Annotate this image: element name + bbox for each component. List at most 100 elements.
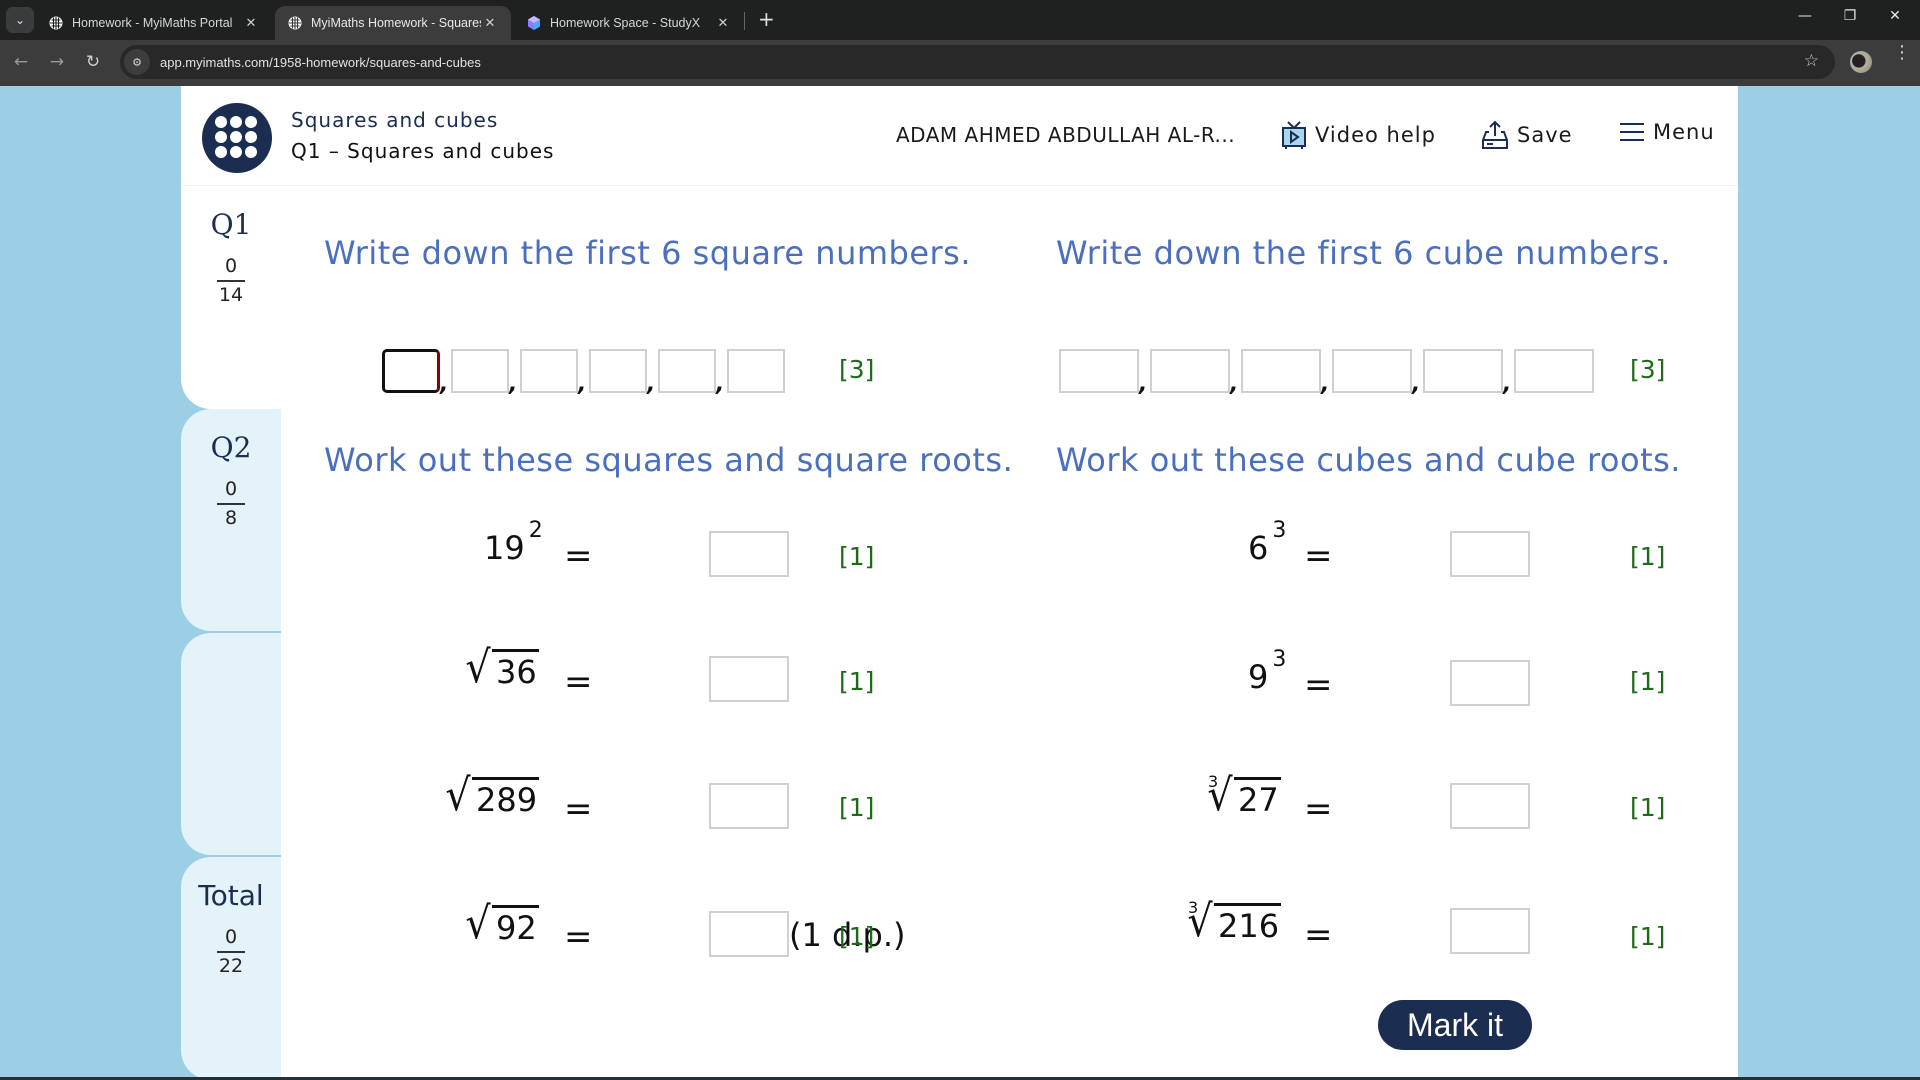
tab-title: Homework Space - StudyX — [550, 16, 701, 30]
square-number-input-4[interactable] — [589, 349, 647, 393]
cube-number-input-4[interactable] — [1332, 349, 1412, 393]
browser-tab-2-active[interactable]: MyiMaths Homework - Squares and cubes ✕ — [275, 6, 511, 40]
expr-sqrt-289: √ 289 — [444, 774, 540, 818]
restore-icon[interactable]: ❐ — [1835, 8, 1865, 24]
answer-sqrt-92[interactable] — [709, 911, 789, 957]
save-label: Save — [1517, 123, 1573, 147]
exponent: 2 — [528, 517, 543, 543]
comma: , — [509, 372, 518, 397]
studyx-gem-icon — [526, 15, 542, 31]
tv-play-icon — [1282, 121, 1306, 149]
video-help-button[interactable]: Video help — [1281, 120, 1436, 150]
square-number-input-6[interactable] — [727, 349, 785, 393]
profile-avatar[interactable] — [1850, 51, 1872, 73]
equals-sign: = — [1304, 665, 1333, 705]
hamburger-menu-icon — [1620, 123, 1644, 141]
homework-page: Squares and cubes Q1 – Squares and cubes… — [181, 86, 1738, 1080]
browser-menu-icon[interactable]: ⋮ — [1893, 44, 1911, 62]
total-max: 22 — [218, 955, 244, 977]
question-area: Write down the first 6 square numbers. W… — [281, 186, 1738, 1080]
q1b-marks: [3] — [1630, 355, 1666, 384]
square-number-input-5[interactable] — [658, 349, 716, 393]
expr-sqrt-92: √ 92 — [464, 902, 539, 946]
address-bar[interactable]: ⚙ app.myimaths.com/1958-homework/squares… — [120, 45, 1835, 79]
answer-cbrt-27[interactable] — [1450, 783, 1530, 829]
total-fraction: 0 22 — [216, 924, 246, 980]
score-fraction: 0 14 — [216, 253, 246, 309]
url-text[interactable]: app.myimaths.com/1958-homework/squares-a… — [160, 55, 481, 70]
total-label: Total — [198, 879, 264, 912]
sidebar-item-q1[interactable]: Q1 0 14 — [181, 186, 281, 409]
cube-number-input-3[interactable] — [1241, 349, 1321, 393]
reload-icon[interactable]: ↻ — [82, 52, 104, 72]
comma: , — [440, 372, 449, 397]
cube-number-input-2[interactable] — [1150, 349, 1230, 393]
square-number-input-1[interactable] — [382, 349, 440, 393]
close-tab-icon[interactable]: ✕ — [481, 15, 499, 31]
question-label: Q2 — [210, 431, 252, 464]
answer-sqrt-36[interactable] — [709, 656, 789, 702]
minimize-icon[interactable]: — — [1790, 8, 1820, 24]
question-sidebar: Q1 0 14 Q2 0 8 Total 0 22 — [181, 186, 281, 1080]
equals-sign: = — [564, 789, 593, 829]
globe-icon — [287, 15, 303, 31]
question-label: Q1 — [210, 208, 252, 241]
score-value: 0 — [216, 476, 246, 505]
menu-button[interactable]: Menu — [1619, 120, 1715, 144]
marks: [1] — [1630, 542, 1666, 571]
sidebar-spacer-card — [181, 633, 281, 855]
square-root: √ 92 — [464, 902, 539, 946]
close-tab-icon[interactable]: ✕ — [242, 15, 260, 31]
close-window-icon[interactable]: ✕ — [1880, 8, 1910, 24]
marks: [1] — [1630, 922, 1666, 951]
equals-sign: = — [1304, 915, 1333, 955]
square-number-input-3[interactable] — [520, 349, 578, 393]
close-tab-icon[interactable]: ✕ — [714, 15, 732, 31]
radicand: 92 — [492, 905, 539, 946]
user-name: ADAM AHMED ABDULLAH AL-R... — [896, 123, 1236, 147]
browser-tab-3[interactable]: Homework Space - StudyX ✕ — [514, 6, 744, 40]
mark-it-button[interactable]: Mark it — [1378, 1000, 1532, 1050]
answer-6-cubed[interactable] — [1450, 531, 1530, 577]
answer-cbrt-216[interactable] — [1450, 908, 1530, 954]
cube-number-input-5[interactable] — [1423, 349, 1503, 393]
sidebar-item-q2[interactable]: Q2 0 8 — [181, 409, 281, 631]
q2b-heading: Work out these cubes and cube roots. — [1056, 441, 1681, 479]
score-max: 14 — [218, 284, 244, 306]
page-title: Q1 – Squares and cubes — [291, 139, 555, 163]
myimaths-logo-icon[interactable] — [202, 103, 272, 173]
upload-save-icon — [1482, 120, 1508, 149]
save-button[interactable]: Save — [1481, 120, 1573, 150]
new-tab-button[interactable]: + — [758, 8, 775, 30]
chevron-down-icon: ⌄ — [14, 13, 26, 27]
tab-separator — [744, 12, 745, 30]
square-number-input-2[interactable] — [451, 349, 509, 393]
expr-9-cubed: 93 — [1248, 647, 1286, 697]
radicand: 216 — [1214, 903, 1282, 944]
comma: , — [1139, 372, 1148, 397]
answer-sqrt-289[interactable] — [709, 783, 789, 829]
answer-19-squared[interactable] — [709, 531, 789, 577]
equals-sign: = — [1304, 536, 1333, 576]
equals-sign: = — [1304, 789, 1333, 829]
cube-number-input-6[interactable] — [1514, 349, 1594, 393]
bookmark-star-icon[interactable]: ☆ — [1804, 51, 1819, 71]
radicand: 289 — [472, 777, 540, 818]
radicand: 36 — [492, 649, 539, 690]
comma: , — [1503, 372, 1512, 397]
answer-9-cubed[interactable] — [1450, 660, 1530, 706]
comma: , — [647, 372, 656, 397]
tab-search-button[interactable]: ⌄ — [6, 7, 34, 33]
equals-sign: = — [564, 917, 593, 957]
exponent: 3 — [1272, 646, 1287, 672]
radical-sign-icon: √ — [465, 898, 491, 949]
forward-arrow-icon[interactable]: → — [46, 52, 68, 72]
site-settings-icon[interactable]: ⚙ — [124, 49, 150, 75]
square-root: √ 36 — [464, 646, 539, 690]
cube-number-input-1[interactable] — [1059, 349, 1139, 393]
comma: , — [716, 372, 725, 397]
expr-cbrt-216: 3 √ 216 — [1186, 898, 1282, 944]
sidebar-total: Total 0 22 — [181, 857, 281, 1080]
browser-tab-1[interactable]: Homework - MyiMaths Portal ✕ — [36, 6, 272, 40]
back-arrow-icon[interactable]: ← — [10, 52, 32, 72]
